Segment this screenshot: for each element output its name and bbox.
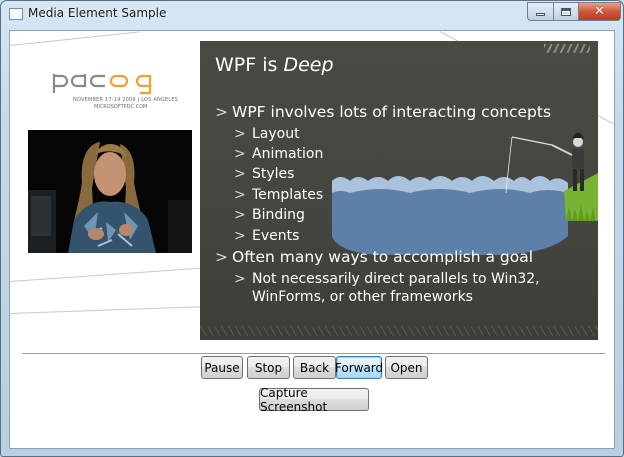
slide-sub-bullet: > Events: [234, 228, 300, 244]
minimize-icon: [536, 13, 545, 16]
speaker-video: [28, 130, 192, 253]
back-button[interactable]: Back: [293, 356, 336, 379]
app-window: Media Element Sample ✕ pdc09: [0, 0, 624, 457]
speaker-image: [28, 130, 192, 253]
slide-sub-bullet-continuation: WinForms, or other frameworks: [252, 289, 473, 305]
media-element[interactable]: pdc09 NOVEMBER 17-19 2009 | LOS ANGELES …: [10, 31, 614, 349]
slide-sub-bullet: > Not necessarily direct parallels to Win…: [234, 271, 540, 287]
separator-line: [22, 353, 605, 354]
slide-title: WPF is Deep: [215, 54, 334, 76]
decorative-line: [10, 31, 140, 46]
open-button[interactable]: Open: [385, 356, 428, 379]
slide-bullet: > WPF involves lots of interacting concep…: [215, 103, 552, 121]
maximize-button[interactable]: [553, 2, 579, 21]
close-icon: ✕: [594, 4, 605, 19]
app-icon: [9, 8, 23, 20]
client-area: pdc09 NOVEMBER 17-19 2009 | LOS ANGELES …: [9, 30, 615, 449]
title-bar[interactable]: Media Element Sample ✕: [1, 1, 623, 27]
logo-tagline: NOVEMBER 17-19 2009 | LOS ANGELES: [73, 97, 179, 103]
capture-screenshot-button[interactable]: Capture Screenshot: [259, 386, 369, 414]
forward-button[interactable]: Forward: [335, 356, 383, 379]
slide-decoration: [200, 326, 598, 336]
slide-sub-bullet: > Templates: [234, 187, 324, 203]
maximize-icon: [561, 7, 571, 16]
close-button[interactable]: ✕: [578, 2, 621, 21]
window-title: Media Element Sample: [28, 6, 167, 20]
minimize-button[interactable]: [527, 2, 554, 21]
stop-button[interactable]: Stop: [247, 356, 290, 379]
slide-bullet: > Often many ways to accomplish a goal: [215, 248, 534, 266]
pause-button[interactable]: Pause: [201, 356, 243, 379]
decorative-line: [10, 306, 210, 314]
presentation-slide: WPF is Deep > WPF involves lots of intera…: [200, 41, 598, 340]
slide-sub-bullet: > Binding: [234, 207, 305, 223]
slide-sub-bullet: > Layout: [234, 126, 300, 142]
slide-sub-bullet: > Animation: [234, 146, 324, 162]
decorative-line: [10, 267, 210, 282]
logo-url: MICROSOFTPDC.COM: [94, 104, 148, 110]
pdc09-logo: pdc09: [52, 74, 152, 95]
slide-sub-bullet: > Styles: [234, 166, 295, 182]
